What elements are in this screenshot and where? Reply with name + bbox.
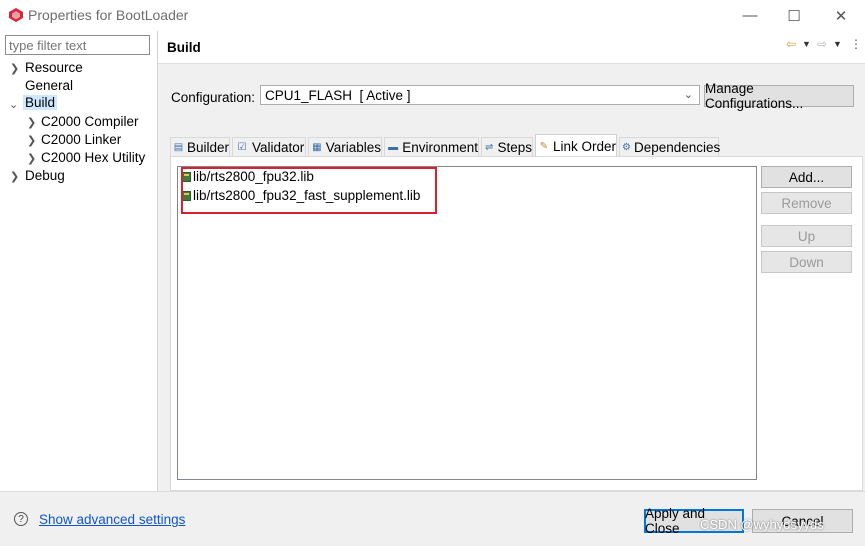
minimize-button[interactable]: — xyxy=(727,0,773,31)
chevron-right-icon[interactable]: ❯ xyxy=(27,154,37,165)
down-button[interactable]: Down xyxy=(761,251,852,273)
filter-input[interactable] xyxy=(5,35,150,55)
help-icon[interactable]: ? xyxy=(14,512,28,526)
tab-validator[interactable]: ☑ Validator xyxy=(232,137,306,156)
configuration-value: CPU1_FLASH [ Active ] xyxy=(265,88,411,103)
sidebar: ❯ Resource General ⌄ Build ❯ C2000 Compi… xyxy=(0,31,158,491)
tab-link-order[interactable]: ✎ Link Order xyxy=(535,134,617,157)
chevron-down-icon: ⌄ xyxy=(683,89,693,101)
link-order-icon: ✎ xyxy=(539,140,549,152)
chevron-right-icon[interactable]: ❯ xyxy=(10,64,20,75)
configuration-label: Configuration: xyxy=(171,90,256,105)
sidebar-item-general[interactable]: General xyxy=(25,78,73,93)
back-dropdown-icon[interactable]: ▼ xyxy=(802,39,811,49)
manage-configurations-button[interactable]: Manage Configurations... xyxy=(704,81,854,111)
configuration-select[interactable]: CPU1_FLASH [ Active ] ⌄ xyxy=(260,85,700,105)
highlight-box xyxy=(181,167,437,214)
window-title: Properties for BootLoader xyxy=(28,7,189,23)
sidebar-item-resource[interactable]: Resource xyxy=(25,60,83,75)
sidebar-item-c2000-compiler[interactable]: C2000 Compiler xyxy=(41,114,139,129)
sidebar-item-c2000-linker[interactable]: C2000 Linker xyxy=(41,132,121,147)
add-button[interactable]: Add... xyxy=(761,166,852,188)
validator-icon: ☑ xyxy=(237,141,247,153)
builder-icon: ▤ xyxy=(173,141,184,153)
tab-dependencies[interactable]: ⚙ Dependencies xyxy=(619,137,720,156)
tab-environment[interactable]: ▬ Environment xyxy=(384,137,479,156)
sidebar-item-debug[interactable]: Debug xyxy=(25,168,65,183)
app-icon xyxy=(9,8,23,22)
chevron-right-icon[interactable]: ❯ xyxy=(10,172,20,183)
show-advanced-settings-link[interactable]: Show advanced settings xyxy=(39,512,185,527)
link-order-panel: lib/rts2800_fpu32.lib lib/rts2800_fpu32_… xyxy=(170,156,863,491)
tab-steps[interactable]: ⇌ Steps xyxy=(481,137,533,156)
dialog-footer: ? Show advanced settings Apply and Close… xyxy=(0,491,865,546)
remove-button[interactable]: Remove xyxy=(761,192,852,214)
steps-icon: ⇌ xyxy=(485,141,494,153)
close-button[interactable]: ✕ xyxy=(818,0,864,31)
title-bar: Properties for BootLoader — ☐ ✕ xyxy=(0,0,865,31)
up-button[interactable]: Up xyxy=(761,225,852,247)
environment-icon: ▬ xyxy=(388,141,399,153)
sidebar-item-c2000-hex-utility[interactable]: C2000 Hex Utility xyxy=(41,150,145,165)
forward-dropdown-icon[interactable]: ▼ xyxy=(833,39,842,49)
back-arrow-icon[interactable]: ⇦ xyxy=(786,37,796,51)
chevron-right-icon[interactable]: ❯ xyxy=(27,118,37,129)
chevron-down-icon[interactable]: ⌄ xyxy=(9,100,19,111)
link-order-list[interactable]: lib/rts2800_fpu32.lib lib/rts2800_fpu32_… xyxy=(177,166,757,480)
maximize-button[interactable]: ☐ xyxy=(771,0,817,31)
more-options-icon[interactable]: ⋮ xyxy=(850,37,862,51)
dependencies-icon: ⚙ xyxy=(622,141,631,153)
variables-icon: ▦ xyxy=(312,141,322,153)
main-panel: Build ⇦ ▼ ⇨ ▼ ⋮ Configuration: CPU1_FLAS… xyxy=(158,31,865,491)
page-title: Build xyxy=(167,40,201,55)
tab-builder[interactable]: ▤ Builder xyxy=(170,137,230,156)
sidebar-item-build[interactable]: Build xyxy=(23,95,58,110)
chevron-right-icon[interactable]: ❯ xyxy=(27,136,37,147)
tab-variables[interactable]: ▦ Variables xyxy=(308,137,382,156)
watermark: CSDN @wyhydsyyds xyxy=(700,517,824,532)
forward-arrow-icon[interactable]: ⇨ xyxy=(817,37,827,51)
page-header: Build ⇦ ▼ ⇨ ▼ ⋮ xyxy=(158,31,865,64)
